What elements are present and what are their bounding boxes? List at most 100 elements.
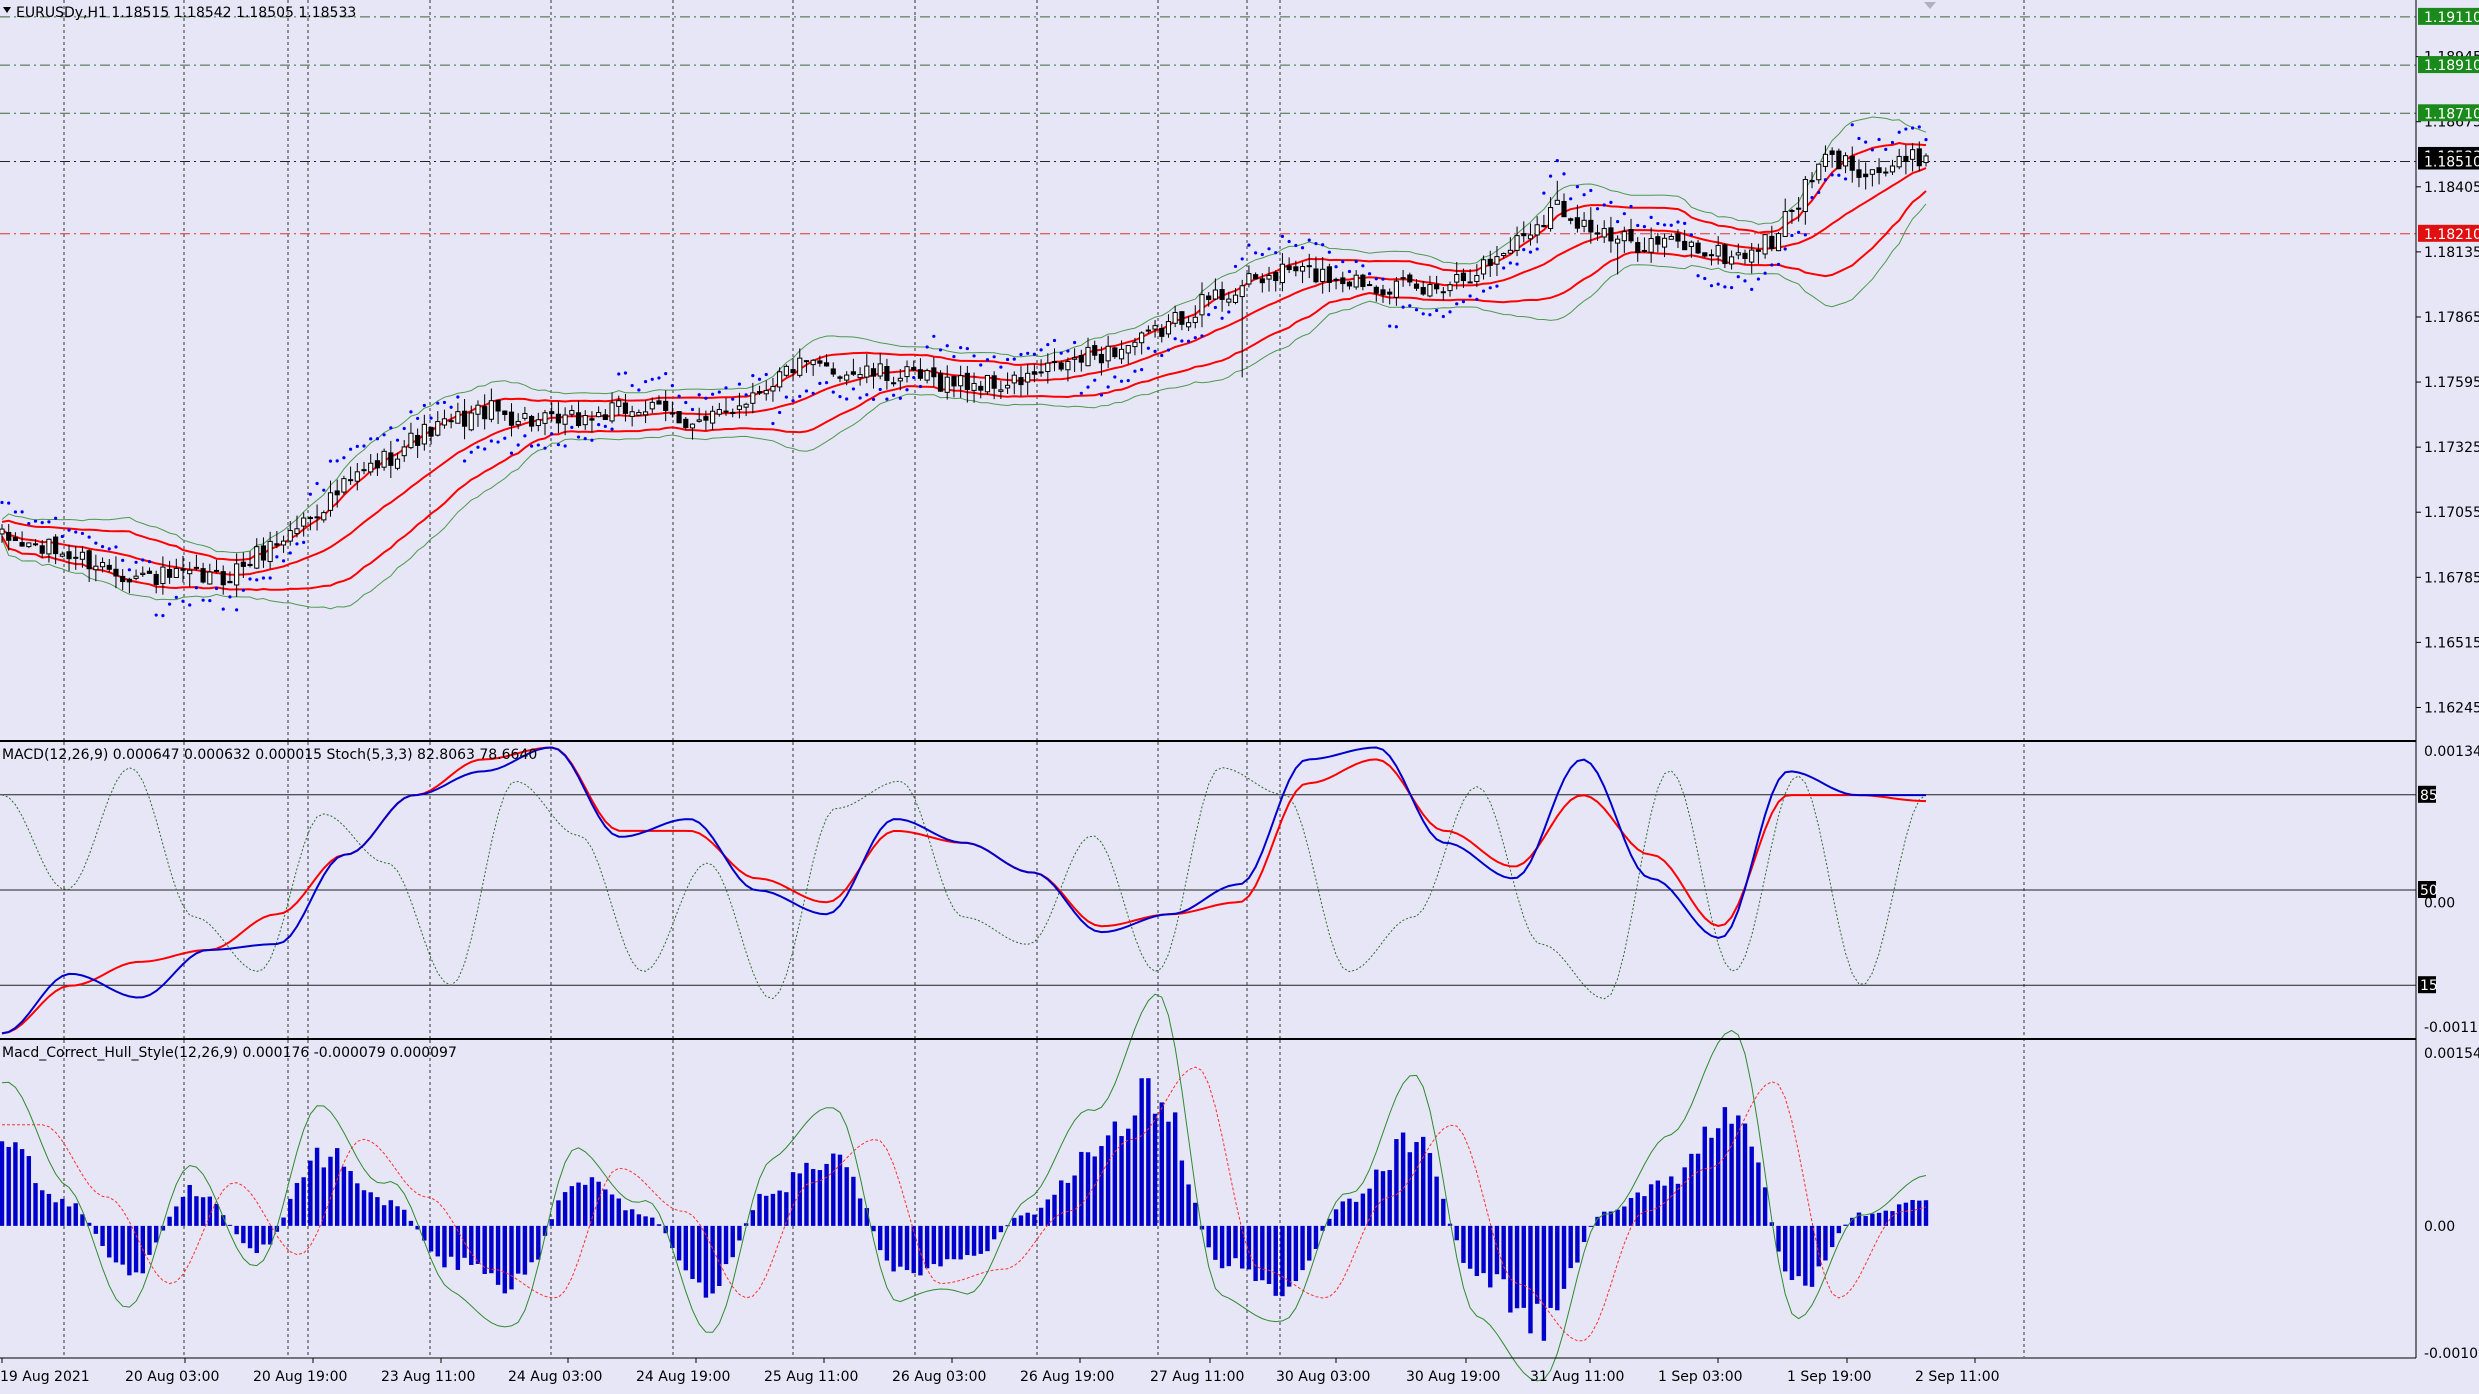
sar-dot — [1555, 158, 1559, 163]
sar-dot — [550, 432, 554, 436]
hull-bar — [1742, 1123, 1748, 1226]
candle-body — [1601, 228, 1607, 238]
sar-dot — [945, 344, 949, 348]
sar-dot — [1448, 310, 1452, 314]
hull-bar — [509, 1225, 514, 1290]
hull-bar — [569, 1186, 575, 1226]
sar-dot — [1475, 297, 1479, 301]
sar-dot — [905, 388, 909, 392]
hull-bar — [475, 1225, 481, 1265]
sar-dot — [208, 599, 212, 603]
candle-body — [1051, 361, 1058, 364]
candle-body — [1320, 268, 1326, 283]
hull-bar — [643, 1216, 648, 1226]
sar-dot — [1066, 349, 1070, 353]
candle-body — [327, 492, 334, 511]
sar-dot — [1602, 203, 1606, 207]
candle-body — [535, 419, 541, 427]
sar-dot — [1421, 312, 1425, 316]
candle-body — [1480, 259, 1487, 275]
sar-dot — [1884, 147, 1888, 151]
candle-body — [1487, 258, 1493, 266]
hull-bar — [629, 1209, 635, 1226]
candle-body — [703, 416, 709, 421]
sar-dot — [74, 530, 78, 534]
hull-bar — [26, 1156, 32, 1226]
sar-dot — [375, 437, 380, 441]
sar-dot — [556, 443, 561, 447]
candle-body — [227, 580, 233, 584]
hull-bar — [402, 1209, 407, 1226]
sar-dot — [1790, 233, 1794, 238]
candle-body — [46, 538, 52, 555]
hull-bar — [1762, 1187, 1768, 1226]
sar-dot — [1073, 340, 1077, 345]
candle-body — [388, 452, 394, 466]
candle-body — [66, 551, 72, 560]
sar-dot — [650, 377, 654, 381]
sar-dot — [1924, 137, 1928, 142]
hull-bar — [489, 1225, 494, 1274]
level-tag-5: 1.18210 — [2424, 227, 2479, 243]
sar-dot — [1267, 247, 1271, 251]
sar-dot — [1488, 286, 1492, 290]
candle-body — [1541, 224, 1547, 228]
sar-dot — [1166, 348, 1171, 352]
sar-dot — [1535, 247, 1539, 251]
sar-dot — [1287, 239, 1291, 244]
sar-dot — [1843, 177, 1848, 181]
hull-bar — [1085, 1152, 1091, 1226]
sar-dot — [1119, 379, 1124, 383]
hull-bar — [395, 1206, 400, 1226]
candle-body — [1923, 155, 1929, 164]
chart-canvas[interactable]: 1.189451.186751.184051.181351.178651.175… — [0, 0, 2479, 1394]
candle-body — [1796, 207, 1802, 210]
hull-bar — [1561, 1225, 1567, 1289]
hull-bar — [355, 1183, 360, 1226]
candle-body — [864, 365, 870, 378]
candle-body — [1266, 274, 1272, 280]
candle-body — [53, 536, 59, 555]
sar-dot — [898, 396, 902, 400]
candle-body — [797, 357, 803, 376]
candle-body — [1467, 281, 1473, 284]
candle-body — [937, 373, 944, 392]
hull-bar — [831, 1153, 836, 1226]
hull-bar — [73, 1203, 78, 1226]
candle-body — [1219, 289, 1225, 300]
hull-bar — [1052, 1194, 1057, 1226]
candle-body — [354, 471, 360, 482]
sar-dot — [409, 410, 413, 414]
hull-bar — [1548, 1225, 1553, 1308]
hull-bar — [388, 1200, 394, 1226]
time-tick-label: 2 Sep 11:00 — [1915, 1369, 2000, 1385]
candle-body — [1568, 218, 1574, 221]
sar-dot — [382, 433, 386, 437]
candle-body — [468, 412, 474, 431]
sar-dot — [1743, 279, 1747, 283]
hull-bar — [1541, 1225, 1547, 1341]
sar-dot — [630, 383, 634, 388]
hull-bar — [1528, 1225, 1533, 1334]
sar-dot — [1240, 257, 1244, 261]
candle-body — [991, 375, 997, 389]
hull-bar — [817, 1170, 823, 1226]
sar-dot — [1435, 308, 1439, 313]
hull-axis-label-0: 0.001545 — [2424, 1046, 2479, 1062]
candle-body — [1501, 253, 1507, 257]
sar-dot — [1200, 334, 1204, 338]
sar-dot — [563, 444, 567, 448]
candle-body — [522, 413, 528, 419]
hull-bar — [1172, 1112, 1178, 1226]
sar-dot — [1099, 393, 1104, 397]
candle-body — [1729, 256, 1735, 265]
hull-bar — [717, 1225, 722, 1287]
hull-bar — [1903, 1202, 1909, 1226]
hull-bar — [1126, 1128, 1131, 1226]
sar-dot — [1850, 123, 1854, 127]
sar-dot — [684, 400, 688, 405]
time-tick-label: 1 Sep 19:00 — [1787, 1369, 1872, 1385]
candle-body — [656, 400, 662, 405]
candle-body — [1896, 155, 1902, 168]
candle-body — [301, 517, 307, 527]
